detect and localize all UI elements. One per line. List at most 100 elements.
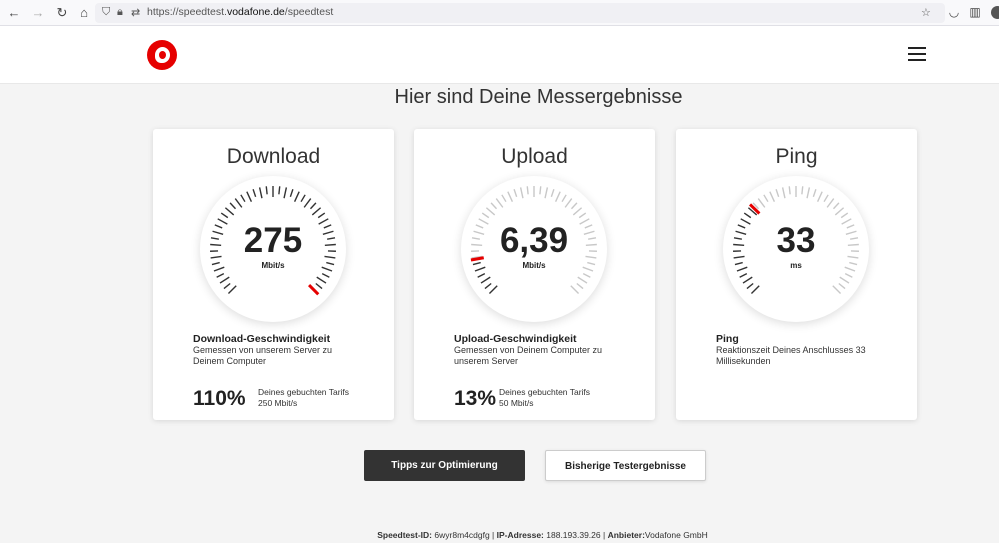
gauge-tick [577,276,588,284]
site-header [0,26,999,84]
gauge-tick [234,198,243,208]
gauge-tick [561,194,567,203]
gauge-tick [227,285,237,295]
history-button[interactable]: Bisherige Testergebnisse [545,450,706,481]
gauge-tick [216,272,225,278]
gauge-unit: Mbit/s [261,261,285,270]
gauge-tick [544,187,549,199]
gauge-tick [564,198,573,208]
gauge-unit: ms [790,261,802,270]
gauge-unit: Mbit/s [522,261,546,270]
tariff-value: 250 Mbit/s [258,398,298,408]
home-icon[interactable]: ⌂ [76,5,92,21]
tariff-label: Deines gebuchten Tarifs [499,387,591,397]
desc-text: Gemessen von Deinem Computer zu unserem … [454,345,603,366]
gauge-tick [757,198,766,208]
gauge-tick [834,207,845,216]
gauge-tick [519,187,524,199]
gauge-tick [265,186,268,195]
page-title: Hier sind Deine Messergebnisse [394,86,683,108]
gauge-tick [763,194,769,203]
gauge-tick [840,212,849,219]
gauge-tick [788,186,791,195]
gauge-tick [481,212,490,219]
url-text: https://speedtest.vodafone.de/speedtest [147,6,334,18]
gauge-tick [480,276,491,284]
gauge-tick [816,191,823,202]
shield-icon[interactable]: ⛉ [102,6,110,19]
tariff-note: Deines gebuchten Tarifs 50 Mbit/s [499,387,590,409]
gauge-tick [844,272,853,278]
lock-icon[interactable]: 🔒︎ [117,6,123,19]
gauge-tick [746,282,754,290]
gauge-tick [832,202,840,210]
gauge-tick [252,189,257,198]
permissions-icon[interactable]: ⇄ [131,6,140,19]
gauge-tick [240,194,246,203]
account-avatar[interactable] [991,6,999,19]
gauge-tick [832,285,842,295]
address-bar[interactable]: ⛉ 🔒︎ ⇄ https://speedtest.vodafone.de/spe… [95,3,945,23]
card-title: Upload [501,145,568,168]
gauge-tick [823,194,829,203]
ping-gauge: 33 ms [723,176,869,322]
reader-icon[interactable]: ▥ [968,5,982,19]
desc-text: Reaktionszeit Deines Anschlusses 33 Mill… [716,345,866,366]
gauge-tick [539,186,542,195]
footer-info: Speedtest-ID: 6wyr8m4cdgfg | IP-Adresse:… [0,530,999,540]
upload-card: Upload 6,39 Mbit/s Upload-Geschwindigkei… [414,129,655,420]
gauge-tick [309,202,317,210]
download-gauge: 275 Mbit/s [200,176,346,322]
gauge-tick [775,189,780,198]
download-card: Download 275 Mbit/s Download-Geschwindig… [153,129,394,420]
gauge-tick [582,272,591,278]
gauge-tick [801,186,804,195]
gauge-tick [526,186,529,195]
gauge-tick [246,191,253,202]
pocket-icon[interactable]: ◡ [947,5,961,19]
gauge-tick [739,272,748,278]
desc-title: Upload-Geschwindigkeit [454,333,577,345]
desc-title: Download-Geschwindigkeit [193,333,331,345]
card-title: Download [226,145,321,168]
gauge-tick [220,212,229,219]
gauge-tick [258,187,263,199]
bookmark-star-icon[interactable]: ☆ [921,6,931,19]
gauge-tick [570,202,578,210]
ip-value: 188.193.39.26 [546,530,601,540]
gauge-tick [838,282,846,290]
tariff-percent: 110% [193,387,246,410]
gauge-tick [224,207,235,216]
reload-icon[interactable]: ↻ [54,5,70,21]
card-title: Ping [775,145,818,168]
speedtest-id-label: Speedtest-ID: [377,530,433,540]
gauge-tick [485,207,496,216]
gauge-tick [289,189,294,198]
gauge-value: 275 [243,221,303,260]
gauge-tick [300,194,306,203]
provider-label: Anbieter: [607,530,645,540]
gauge-tick [781,187,786,199]
gauge-tick [572,207,583,216]
gauge-tick [311,207,322,216]
tariff-value: 50 Mbit/s [499,398,534,408]
gauge-tick [316,276,327,284]
back-icon[interactable]: ← [6,5,22,21]
desc-text: Gemessen von unserem Server zu Deinem Co… [193,345,333,366]
tariff-percent: 13% [454,387,497,410]
menu-icon[interactable] [908,47,926,61]
tips-button[interactable]: Tipps zur Optimierung [364,450,525,481]
upload-gauge: 6,39 Mbit/s [461,176,607,322]
gauge-tick [477,272,486,278]
gauge-tick [513,189,518,198]
vodafone-logo-icon[interactable] [147,40,177,70]
gauge-tick [554,191,561,202]
gauge-tick [490,202,498,210]
gauge-tick [550,189,555,198]
gauge-tick [219,276,230,284]
gauge-tick [484,282,492,290]
gauge-tick [317,212,326,219]
gauge-tick [315,282,323,290]
gauge-tick [283,187,288,199]
forward-icon[interactable]: → [30,5,46,21]
